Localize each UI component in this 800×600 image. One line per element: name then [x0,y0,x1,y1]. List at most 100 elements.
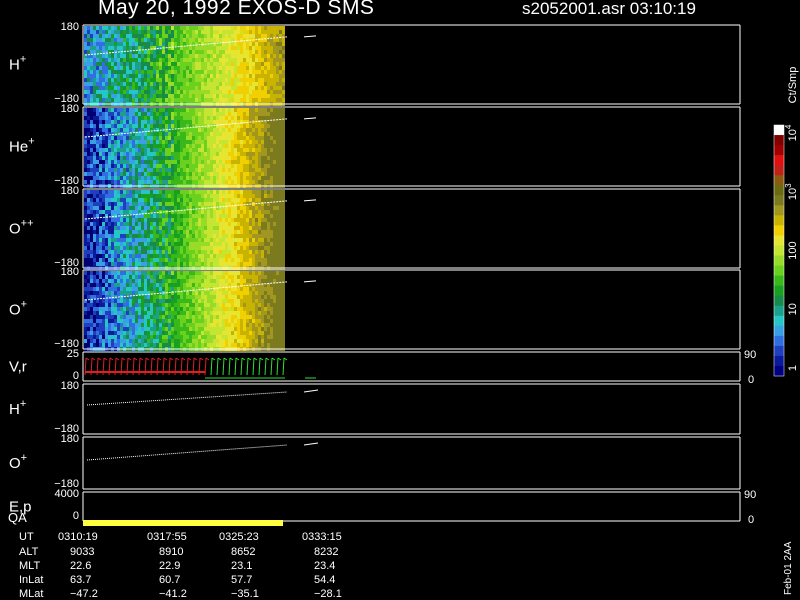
heatmap-cell [90,214,93,218]
heatmap-cell [216,136,219,140]
heatmap-cell [234,70,237,74]
heatmap-cell [129,254,132,258]
heatmap-cell [195,120,198,124]
heatmap-cell [114,38,117,42]
heatmap-cell [114,34,117,38]
heatmap-cell [222,116,225,120]
heatmap-cell [219,38,222,42]
heatmap-cell [216,58,219,62]
heatmap-cell [162,206,165,210]
heatmap-cell [99,283,102,287]
heatmap-cell [252,128,255,132]
heatmap-cell [267,116,270,120]
heatmap-cell [192,198,195,202]
heatmap-cell [210,210,213,214]
heatmap-cell [249,82,252,86]
heatmap-cell [222,120,225,124]
heatmap-cell [105,335,108,339]
heatmap-cell [126,148,129,152]
heatmap-cell [213,210,216,214]
heatmap-cell [96,335,99,339]
heatmap-cell [96,54,99,58]
heatmap-cell [132,279,135,283]
heatmap-cell [120,271,123,275]
heatmap-cell [192,214,195,218]
heatmap-cell [162,34,165,38]
heatmap-cell [108,66,111,70]
heatmap-cell [93,194,96,198]
heatmap-cell [132,62,135,66]
heatmap-cell [177,214,180,218]
heatmap-cell [90,98,93,102]
heatmap-cell [177,172,180,176]
heatmap-cell [153,295,156,299]
heatmap-cell [111,70,114,74]
heatmap-cell [171,30,174,34]
heatmap-cell [198,222,201,226]
heatmap-cell [252,168,255,172]
heatmap-cell [171,339,174,343]
heatmap-cell [201,54,204,58]
heatmap-cell [126,250,129,254]
heatmap-cell [264,108,267,112]
heatmap-cell [111,152,114,156]
heatmap-cell [168,172,171,176]
heatmap-cell [204,160,207,164]
heatmap-cell [90,86,93,90]
heatmap-cell [144,50,147,54]
heatmap-cell [219,331,222,335]
heatmap-cell [228,299,231,303]
heatmap-cell [258,194,261,198]
heatmap-cell [198,226,201,230]
heatmap-cell [111,287,114,291]
heatmap-cell [207,38,210,42]
heatmap-cell [105,54,108,58]
heatmap-cell [96,331,99,335]
heatmap-cell [243,42,246,46]
heatmap-cell [270,250,273,254]
heatmap-cell [117,250,120,254]
heatmap-cell [243,190,246,194]
heatmap-cell [132,120,135,124]
heatmap-cell [252,132,255,136]
heatmap-cell [189,234,192,238]
heatmap-cell [165,283,168,287]
heatmap-cell [150,34,153,38]
heatmap-cell [99,140,102,144]
heatmap-cell [258,74,261,78]
heatmap-cell [102,190,105,194]
heatmap-cell [129,86,132,90]
heatmap-cell [168,46,171,50]
heatmap-cell [168,258,171,262]
heatmap-cell [192,262,195,266]
heatmap-cell [108,70,111,74]
heatmap-cell [153,180,156,184]
heatmap-cell [96,30,99,34]
heatmap-cell [246,30,249,34]
heatmap-cell [168,66,171,70]
heatmap-cell [180,120,183,124]
heatmap-cell [93,70,96,74]
heatmap-cell [183,90,186,94]
heatmap-cell [147,319,150,323]
heatmap-cell [165,226,168,230]
heatmap-cell [129,144,132,148]
heatmap-cell [114,26,117,30]
heatmap-cell [198,144,201,148]
heatmap-cell [162,90,165,94]
heatmap-cell [267,218,270,222]
heatmap-cell [168,198,171,202]
heatmap-cell [219,303,222,307]
heatmap-cell [228,206,231,210]
heatmap-cell [240,58,243,62]
heatmap-cell [267,172,270,176]
heatmap-cell [144,299,147,303]
heatmap-cell [189,258,192,262]
heatmap-cell [258,230,261,234]
heatmap-cell [87,242,90,246]
heatmap-cell [180,198,183,202]
heatmap-cell [177,315,180,319]
heatmap-cell [240,112,243,116]
heatmap-cell [261,54,264,58]
heatmap-cell [276,42,279,46]
